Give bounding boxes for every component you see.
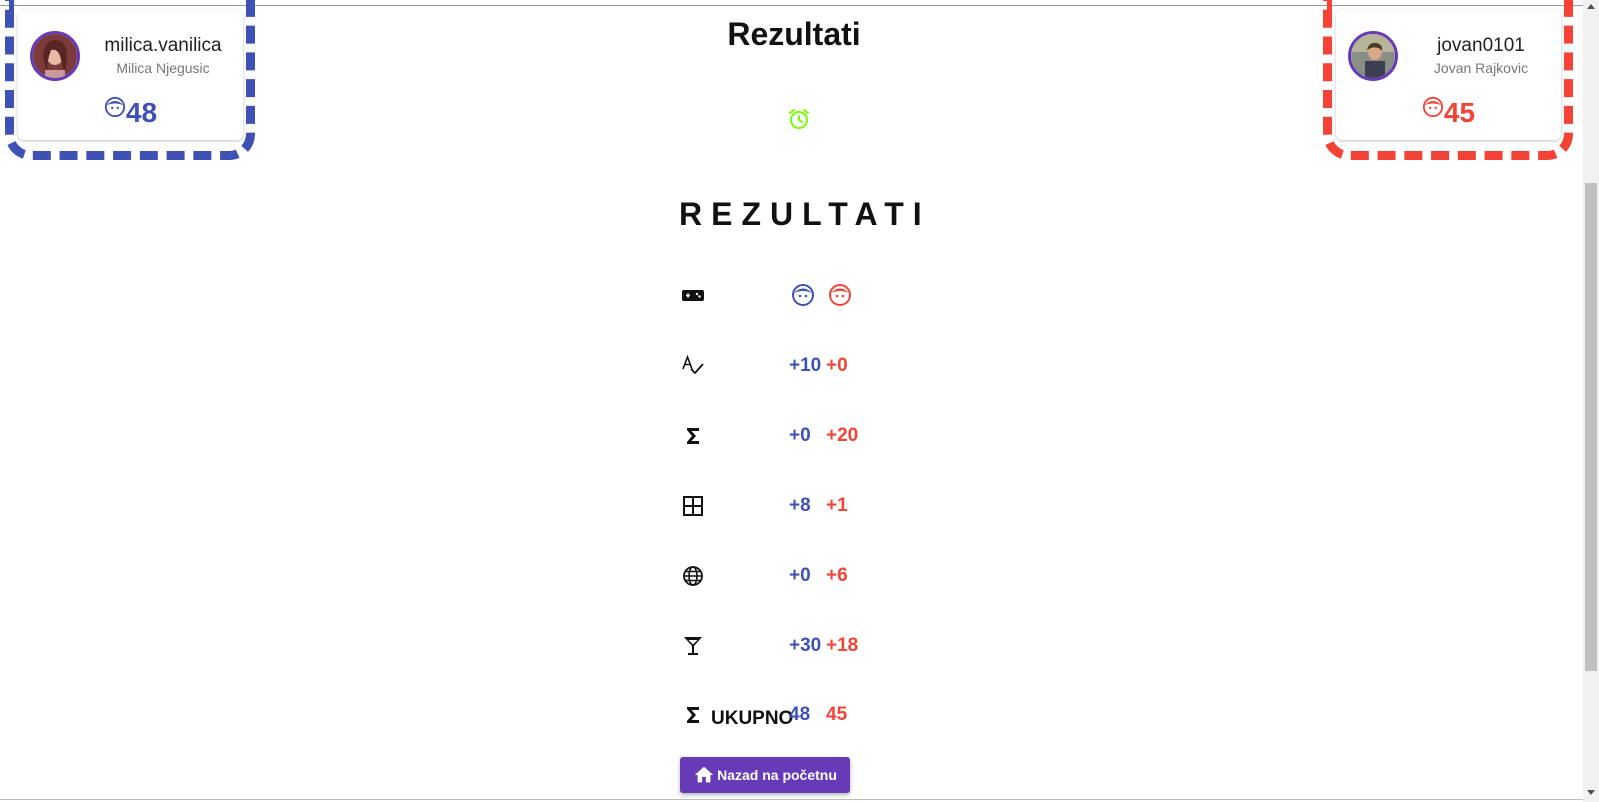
player1-points: +0	[789, 565, 811, 586]
result-row: +30 +18	[681, 631, 981, 661]
player-card-1-content: milica.vanilica Milica Njegusic 48	[18, 10, 243, 140]
face-icon-red	[829, 284, 851, 306]
player-card-1: milica.vanilica Milica Njegusic 48	[5, 0, 255, 160]
results-header-row	[681, 280, 981, 310]
player1-points: +30	[789, 635, 822, 656]
player-card-2-content: jovan0101 Jovan Rajkovic 45	[1336, 10, 1561, 140]
player1-points: +8	[789, 495, 811, 516]
player-score: 45	[1336, 96, 1561, 129]
full-name: Milica Njegusic	[116, 60, 210, 76]
username: milica.vanilica	[104, 35, 222, 56]
back-to-home-button[interactable]: Nazad na početnu	[680, 757, 850, 793]
scrollbar-thumb[interactable]	[1585, 183, 1597, 671]
full-name: Jovan Rajkovic	[1433, 60, 1529, 76]
result-row: +0 +6	[681, 561, 981, 591]
result-row: +8 +1	[681, 491, 981, 521]
globe-icon	[681, 564, 705, 588]
player1-total: 48	[789, 704, 811, 725]
player1-points: +10	[789, 355, 822, 376]
total-row: UKUPNO 48 45	[681, 700, 981, 730]
player1-points: +0	[789, 425, 811, 446]
player-score-value: 48	[125, 97, 158, 128]
result-row: +0 +20	[681, 421, 981, 451]
player2-points: +20	[826, 425, 859, 446]
results-heading: REZULTATI	[679, 196, 931, 232]
window-bottom-border	[0, 799, 1583, 800]
back-to-home-label: Nazad na početnu	[717, 767, 837, 783]
alarm-clock-icon	[789, 109, 809, 129]
total-label: UKUPNO	[711, 708, 794, 729]
grid-icon	[681, 494, 705, 518]
home-icon	[694, 766, 714, 783]
player2-total: 45	[826, 704, 848, 725]
page-title: Rezultati	[727, 16, 861, 52]
sigma-icon	[681, 703, 705, 727]
player-card-2: jovan0101 Jovan Rajkovic 45	[1323, 0, 1573, 160]
player2-points: +1	[826, 495, 848, 516]
spellcheck-icon	[681, 354, 705, 378]
face-icon	[1422, 96, 1444, 118]
avatar	[1348, 31, 1398, 81]
gamepad-icon	[681, 283, 705, 307]
sigma-icon	[681, 424, 705, 448]
scroll-down-arrow-icon[interactable]	[1587, 790, 1595, 795]
scroll-up-arrow-icon[interactable]	[1587, 4, 1595, 9]
player-score: 48	[18, 96, 243, 129]
username: jovan0101	[1437, 35, 1525, 56]
avatar	[30, 31, 80, 81]
player2-points: +0	[826, 355, 848, 376]
cocktail-icon	[681, 634, 705, 658]
face-icon	[104, 96, 126, 118]
player-score-value: 45	[1443, 97, 1476, 128]
face-icon-blue	[792, 284, 814, 306]
result-row: +10 +0	[681, 351, 981, 381]
player2-points: +6	[826, 565, 848, 586]
player2-points: +18	[826, 635, 859, 656]
vertical-scrollbar[interactable]	[1583, 0, 1599, 802]
